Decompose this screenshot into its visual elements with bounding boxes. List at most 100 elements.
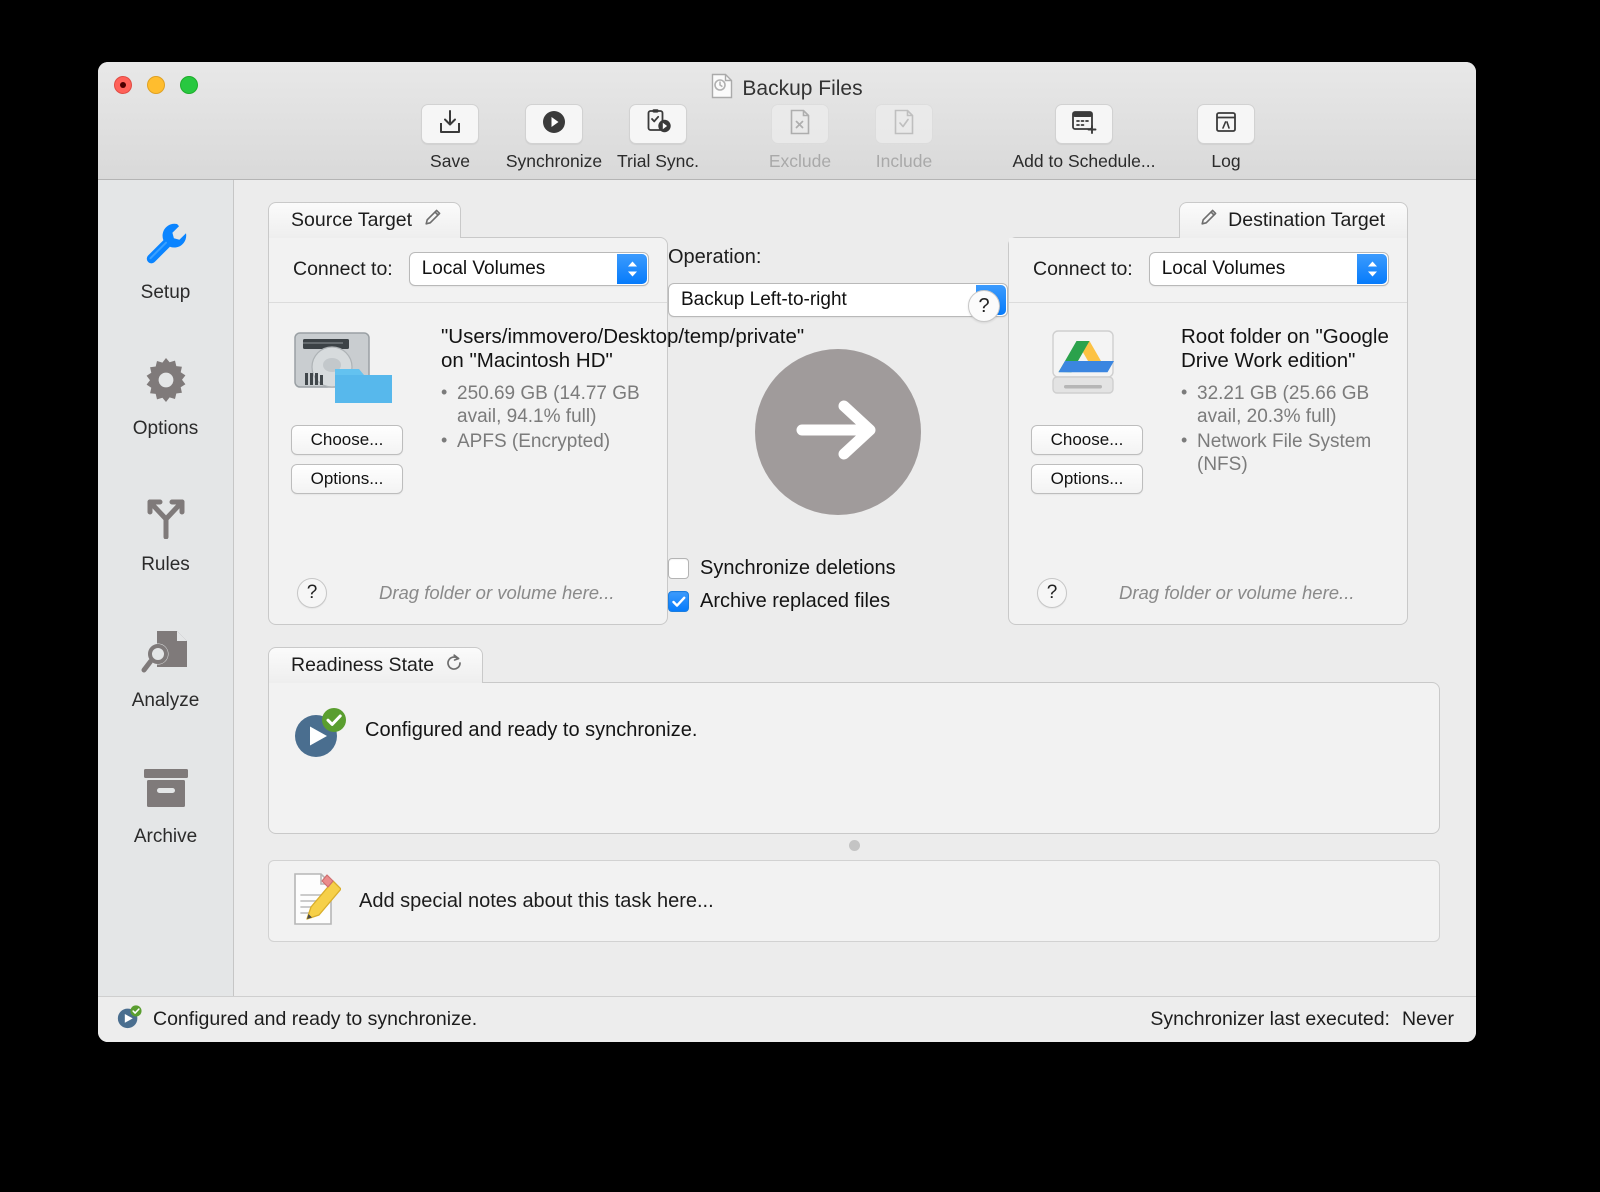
destination-target-tab[interactable]: Destination Target: [1179, 202, 1408, 238]
source-target-panel: Connect to: Local Volumes: [268, 237, 668, 625]
synchronize-deletions-row[interactable]: Synchronize deletions: [668, 557, 1008, 580]
toolbar-exclude-label: Exclude: [769, 151, 831, 172]
checkmark-icon: [672, 596, 686, 608]
destination-target-controls: Choose... Options...: [1031, 323, 1167, 503]
magnifier-doc-icon: [141, 624, 191, 680]
toolbar-trial-sync[interactable]: Trial Sync.: [606, 104, 710, 172]
source-connect-select[interactable]: Local Volumes: [409, 252, 649, 286]
destination-target-footer: ? Drag folder or volume here...: [1009, 578, 1407, 624]
destination-target-body: Choose... Options... Root folder on "Goo…: [1009, 303, 1407, 503]
arrow-right-icon: [788, 394, 888, 471]
document-check-icon: [894, 109, 914, 140]
title-bar: Backup Files Save: [98, 62, 1476, 180]
destination-target-title: Root folder on "Google Drive Work editio…: [1181, 325, 1389, 373]
direction-indicator: [755, 349, 921, 515]
destination-target-section: Destination Target Connect to: Local Vol…: [1008, 202, 1408, 625]
toolbar-add-to-schedule[interactable]: Add to Schedule...: [994, 104, 1174, 172]
panel-resize-handle[interactable]: [268, 838, 1440, 856]
sidebar-item-setup[interactable]: Setup: [98, 202, 233, 338]
destination-detail-filesystem: Network File System (NFS): [1181, 431, 1389, 477]
destination-help-button[interactable]: ?: [1037, 578, 1067, 608]
toolbar: Save Synchronize: [98, 104, 1476, 172]
operation-help-button[interactable]: ?: [968, 290, 1000, 322]
source-target-tab-label: Source Target: [291, 209, 412, 232]
source-choose-button[interactable]: Choose...: [291, 425, 403, 455]
source-options-button[interactable]: Options...: [291, 464, 403, 494]
toolbar-save-label: Save: [430, 151, 470, 172]
last-executed-value: Never: [1402, 1008, 1454, 1031]
sidebar-item-analyze[interactable]: Analyze: [98, 610, 233, 746]
last-executed-label: Synchronizer last executed:: [1150, 1008, 1390, 1031]
destination-connect-label: Connect to:: [1033, 258, 1133, 281]
refresh-icon[interactable]: [444, 653, 464, 679]
google-drive-disk-icon: [1031, 323, 1135, 411]
toolbar-save[interactable]: Save: [398, 104, 502, 172]
archive-box-icon: [141, 760, 191, 816]
toolbar-include-label: Include: [876, 151, 932, 172]
notes-panel[interactable]: Add special notes about this task here..…: [268, 860, 1440, 942]
play-circle-icon: [541, 109, 567, 140]
destination-target-panel: Connect to: Local Volumes: [1008, 237, 1408, 625]
sidebar-item-rules-label: Rules: [141, 554, 190, 576]
readiness-section: Readiness State: [268, 647, 1440, 834]
destination-connect-select[interactable]: Local Volumes: [1149, 252, 1389, 286]
source-target-footer: ? Drag folder or volume here...: [269, 578, 667, 624]
sidebar-item-options[interactable]: Options: [98, 338, 233, 474]
chevron-updown-icon[interactable]: [617, 254, 647, 284]
operation-label: Operation:: [668, 246, 1008, 269]
source-target-title: "Users/immovero/Desktop/temp/private" on…: [441, 325, 649, 373]
branch-arrows-icon: [140, 488, 192, 544]
source-target-details: 250.69 GB (14.77 GB avail, 94.1% full) A…: [441, 383, 649, 453]
toolbar-trial-sync-label: Trial Sync.: [617, 151, 699, 172]
toolbar-include[interactable]: Include: [852, 104, 956, 172]
status-text: Configured and ready to synchronize.: [153, 1008, 477, 1031]
source-target-body: Choose... Options... "Users/immovero/Des…: [269, 303, 667, 503]
pencil-icon[interactable]: [422, 208, 442, 234]
destination-target-info: Root folder on "Google Drive Work editio…: [1181, 323, 1389, 503]
app-window: Backup Files Save: [98, 62, 1476, 1042]
main-content: Source Target Connect to: Loca: [234, 180, 1476, 996]
source-target-controls: Choose... Options...: [291, 323, 427, 503]
sidebar-item-analyze-label: Analyze: [132, 690, 200, 712]
toolbar-log[interactable]: Log: [1174, 104, 1278, 172]
operation-section: Operation: Backup Left-to-right ?: [668, 202, 1008, 623]
destination-drag-hint: Drag folder or volume here...: [1119, 582, 1354, 604]
sidebar-item-archive-label: Archive: [134, 826, 197, 848]
readiness-state-tab[interactable]: Readiness State: [268, 647, 483, 683]
toolbar-exclude[interactable]: Exclude: [748, 104, 852, 172]
source-target-section: Source Target Connect to: Loca: [268, 202, 668, 625]
destination-connect-value: Local Volumes: [1162, 258, 1286, 280]
status-bar: Configured and ready to synchronize. Syn…: [98, 996, 1476, 1042]
synchronize-deletions-checkbox[interactable]: [668, 558, 689, 579]
source-detail-filesystem: APFS (Encrypted): [441, 431, 649, 454]
sidebar-item-archive[interactable]: Archive: [98, 746, 233, 882]
page-title: Backup Files: [742, 77, 862, 101]
chevron-updown-icon[interactable]: [1357, 254, 1387, 284]
notes-placeholder: Add special notes about this task here..…: [359, 890, 714, 913]
source-target-tab[interactable]: Source Target: [268, 202, 461, 238]
source-detail-capacity: 250.69 GB (14.77 GB avail, 94.1% full): [441, 383, 649, 429]
destination-connect-row: Connect to: Local Volumes: [1009, 238, 1407, 303]
archive-replaced-files-label: Archive replaced files: [700, 590, 890, 613]
archive-replaced-files-row[interactable]: Archive replaced files: [668, 590, 1008, 613]
source-help-button[interactable]: ?: [297, 578, 327, 608]
status-left-group: Configured and ready to synchronize.: [116, 1004, 477, 1036]
readiness-state-tab-label: Readiness State: [291, 654, 434, 677]
destination-detail-capacity: 32.21 GB (25.66 GB avail, 20.3% full): [1181, 383, 1389, 429]
sidebar-item-rules[interactable]: Rules: [98, 474, 233, 610]
destination-options-button[interactable]: Options...: [1031, 464, 1143, 494]
destination-target-details: 32.21 GB (25.66 GB avail, 20.3% full) Ne…: [1181, 383, 1389, 476]
source-target-info: "Users/immovero/Desktop/temp/private" on…: [441, 323, 649, 503]
play-check-icon: [291, 705, 347, 833]
sidebar-item-options-label: Options: [133, 418, 198, 440]
play-check-icon: [116, 1004, 142, 1036]
status-right-group: Synchronizer last executed: Never: [1150, 1008, 1454, 1031]
operation-select[interactable]: Backup Left-to-right: [668, 283, 1008, 317]
gear-icon: [141, 352, 191, 408]
source-connect-value: Local Volumes: [422, 258, 546, 280]
source-drag-hint: Drag folder or volume here...: [379, 582, 614, 604]
toolbar-synchronize[interactable]: Synchronize: [502, 104, 606, 172]
archive-replaced-files-checkbox[interactable]: [668, 591, 689, 612]
destination-choose-button[interactable]: Choose...: [1031, 425, 1143, 455]
pencil-icon[interactable]: [1198, 208, 1218, 234]
